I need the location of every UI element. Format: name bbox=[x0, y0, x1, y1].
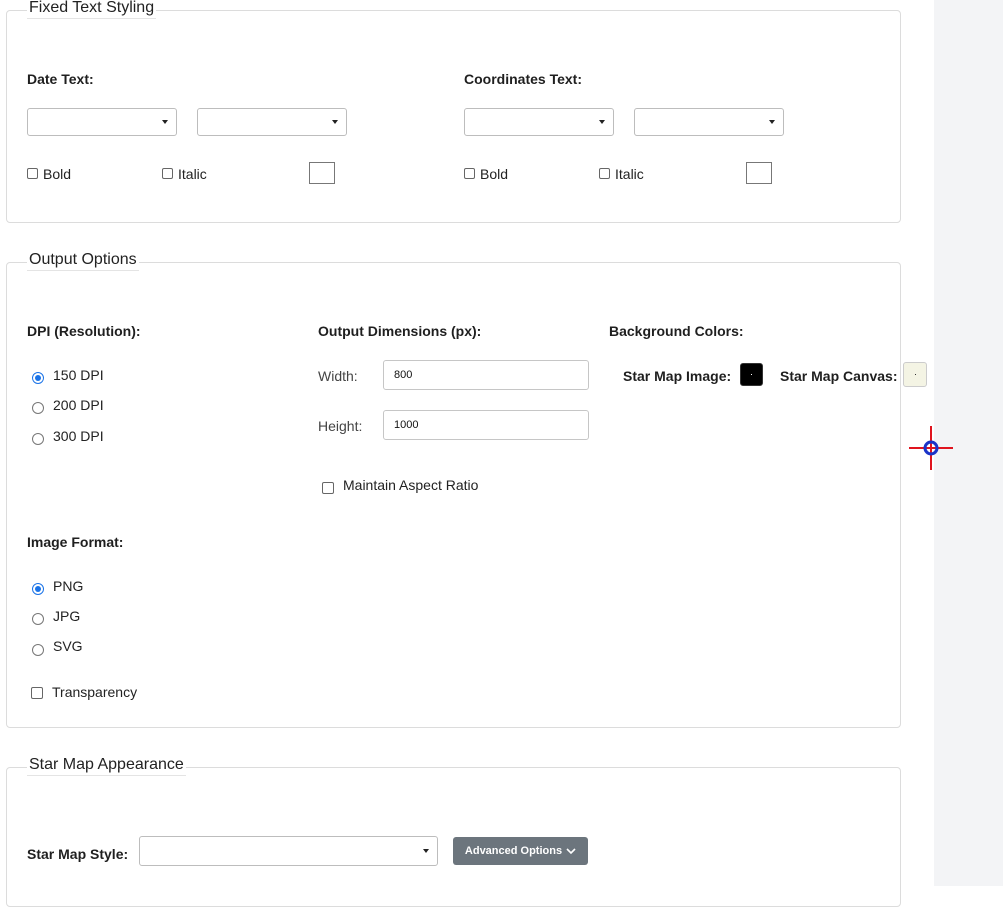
date-bold-checkbox[interactable] bbox=[27, 168, 38, 179]
transparency-checkbox[interactable] bbox=[31, 687, 43, 699]
format-jpg-label: JPG bbox=[53, 608, 81, 624]
advanced-options-button[interactable]: Advanced Options bbox=[453, 837, 588, 865]
star-map-appearance-legend: Star Map Appearance bbox=[27, 755, 186, 776]
dot-icon bbox=[751, 374, 752, 375]
coordinates-font-select[interactable] bbox=[464, 108, 614, 136]
coordinates-color-picker[interactable] bbox=[746, 162, 772, 184]
star-map-style-label: Star Map Style: bbox=[27, 846, 129, 862]
dpi-150-radio[interactable] bbox=[32, 372, 44, 384]
chevron-down-icon bbox=[599, 120, 605, 124]
format-png-radio[interactable] bbox=[32, 583, 44, 595]
maintain-aspect-ratio-checkbox[interactable] bbox=[322, 482, 334, 494]
dot-icon bbox=[915, 374, 916, 375]
date-italic-checkbox[interactable] bbox=[162, 168, 173, 179]
format-png-label: PNG bbox=[53, 578, 84, 594]
transparency-label: Transparency bbox=[52, 684, 138, 700]
star-map-canvas-label: Star Map Canvas: bbox=[780, 368, 898, 384]
format-jpg-radio[interactable] bbox=[32, 613, 44, 625]
dpi-label: DPI (Resolution): bbox=[27, 323, 141, 339]
format-svg-radio[interactable] bbox=[32, 644, 44, 656]
crosshair-cursor-icon bbox=[909, 426, 953, 470]
output-options-legend: Output Options bbox=[27, 250, 139, 271]
chevron-down-icon bbox=[423, 849, 429, 853]
date-font-select[interactable] bbox=[27, 108, 177, 136]
height-label: Height: bbox=[318, 418, 363, 434]
output-dimensions-label: Output Dimensions (px): bbox=[318, 323, 482, 339]
dpi-200-radio[interactable] bbox=[32, 402, 44, 414]
dpi-300-label: 300 DPI bbox=[53, 428, 104, 444]
advanced-options-label: Advanced Options bbox=[464, 845, 563, 857]
maintain-aspect-ratio-label: Maintain Aspect Ratio bbox=[343, 477, 479, 493]
chevron-down-icon bbox=[566, 847, 576, 854]
coordinates-bold-label: Bold bbox=[480, 166, 509, 182]
background-colors-label: Background Colors: bbox=[609, 323, 744, 339]
star-map-image-color-swatch[interactable] bbox=[740, 363, 763, 386]
coordinates-bold-checkbox[interactable] bbox=[464, 168, 475, 179]
chevron-down-icon bbox=[769, 120, 775, 124]
dpi-150-label: 150 DPI bbox=[53, 367, 104, 383]
coordinates-italic-label: Italic bbox=[615, 166, 644, 182]
date-bold-label: Bold bbox=[43, 166, 72, 182]
image-format-label: Image Format: bbox=[27, 534, 124, 550]
star-map-image-label: Star Map Image: bbox=[623, 368, 732, 384]
star-map-canvas-color-swatch[interactable] bbox=[903, 362, 927, 387]
date-color-picker[interactable] bbox=[309, 162, 335, 184]
width-label: Width: bbox=[318, 368, 358, 384]
date-italic-label: Italic bbox=[178, 166, 207, 182]
chevron-down-icon bbox=[162, 120, 168, 124]
coordinates-italic-checkbox[interactable] bbox=[599, 168, 610, 179]
height-input[interactable]: 1000 bbox=[383, 410, 589, 440]
format-svg-label: SVG bbox=[53, 638, 83, 654]
coordinates-text-label: Coordinates Text: bbox=[464, 71, 582, 87]
star-map-style-select[interactable] bbox=[139, 836, 438, 866]
date-text-label: Date Text: bbox=[27, 71, 94, 87]
width-input[interactable]: 800 bbox=[383, 360, 589, 390]
date-size-select[interactable] bbox=[197, 108, 347, 136]
chevron-down-icon bbox=[332, 120, 338, 124]
fixed-text-styling-legend: Fixed Text Styling bbox=[27, 0, 157, 19]
dpi-300-radio[interactable] bbox=[32, 433, 44, 445]
coordinates-size-select[interactable] bbox=[634, 108, 784, 136]
dpi-200-label: 200 DPI bbox=[53, 397, 104, 413]
